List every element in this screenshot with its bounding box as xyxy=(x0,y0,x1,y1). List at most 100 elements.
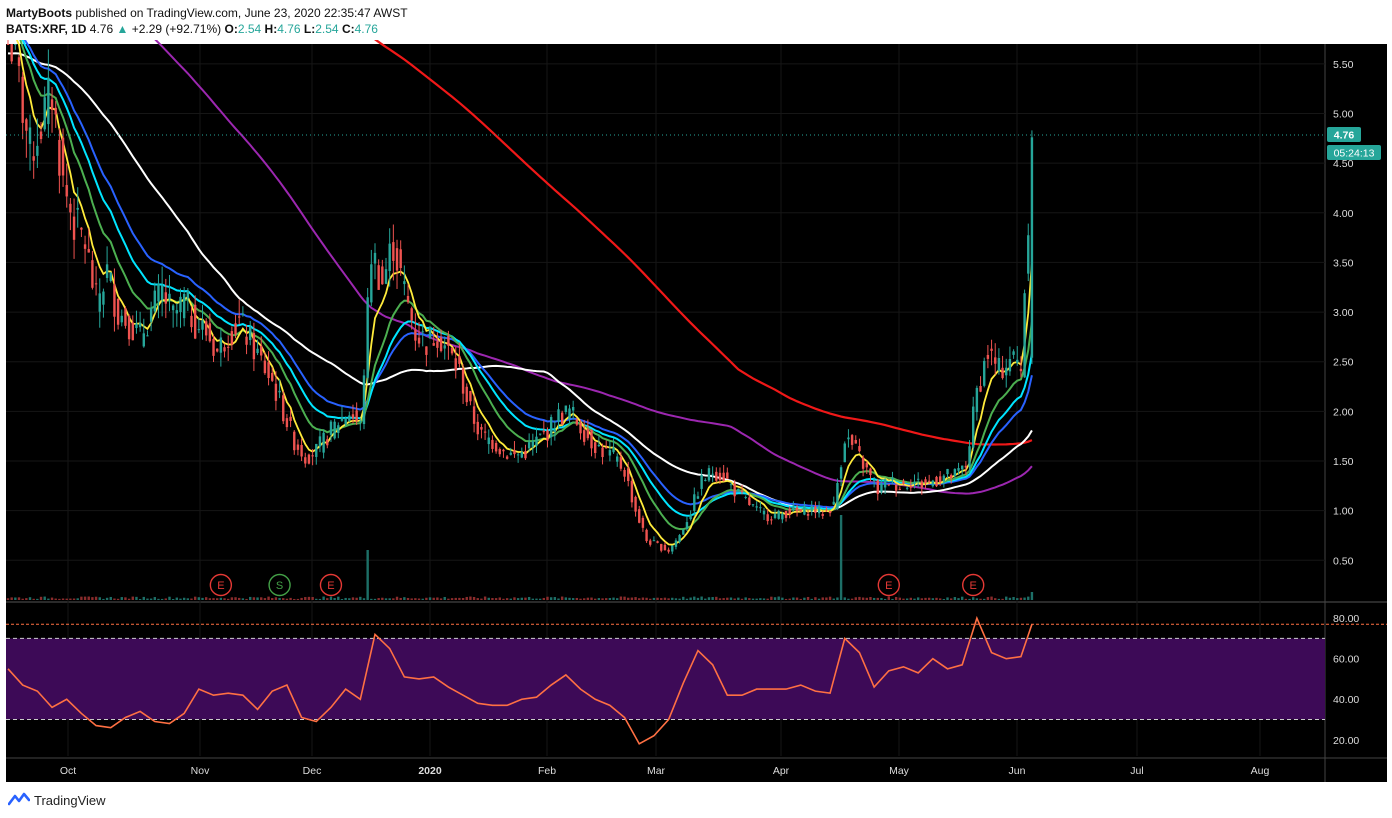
volume-bar xyxy=(821,597,824,600)
candle-body xyxy=(171,305,175,311)
volume-bar xyxy=(436,597,439,600)
volume-bar xyxy=(249,596,252,600)
candle-body xyxy=(744,496,747,498)
candle-body xyxy=(696,496,700,499)
candle-body xyxy=(1016,359,1019,363)
candle-body xyxy=(788,508,791,515)
volume-bar xyxy=(858,596,861,600)
price-tick-label: 1.50 xyxy=(1333,456,1354,468)
candle-body xyxy=(538,433,542,435)
volume-bar xyxy=(212,598,215,600)
author-name[interactable]: MartyBoots xyxy=(6,6,72,20)
candle-body xyxy=(355,410,358,421)
volume-bar xyxy=(1030,592,1034,600)
volume-bar xyxy=(832,598,835,600)
volume-bar xyxy=(946,597,949,600)
candle-body xyxy=(230,331,234,345)
volume-bar xyxy=(417,598,421,600)
volume-bar xyxy=(520,597,523,600)
candle-body xyxy=(652,540,656,542)
volume-bar xyxy=(707,597,711,600)
volume-bar xyxy=(142,596,145,600)
candle-body xyxy=(392,242,395,261)
time-tick-label: 2020 xyxy=(418,765,442,777)
volume-bar xyxy=(69,598,72,600)
volume-bar xyxy=(208,598,212,600)
volume-bar xyxy=(597,598,601,600)
volume-bar xyxy=(179,598,182,600)
candle-body xyxy=(1001,367,1004,379)
candle-body xyxy=(843,443,846,463)
volume-bar xyxy=(645,597,648,600)
countdown-tag-text: 05:24:13 xyxy=(1334,148,1375,160)
symbol-label[interactable]: BATS:XRF, 1D xyxy=(6,22,86,36)
candle-body xyxy=(715,471,718,481)
volume-bar xyxy=(601,598,604,600)
volume-bar xyxy=(751,598,755,600)
candle-body xyxy=(751,504,755,506)
volume-bar xyxy=(223,598,226,600)
volume-bar xyxy=(58,598,61,600)
candle-body xyxy=(263,360,267,374)
time-tick-label: Jul xyxy=(1130,765,1143,777)
volume-bar xyxy=(399,597,402,600)
volume-bar xyxy=(850,598,854,600)
volume-bar xyxy=(373,598,377,600)
volume-bar xyxy=(472,596,476,600)
candle-body xyxy=(186,291,190,299)
volume-bar xyxy=(553,597,557,600)
candle-body xyxy=(72,216,76,240)
volume-bar xyxy=(135,596,138,600)
candle-body xyxy=(634,496,637,512)
tradingview-brand[interactable]: TradingView xyxy=(34,793,106,808)
volume-bar xyxy=(931,598,935,600)
candle-body xyxy=(300,445,303,457)
volume-bar xyxy=(116,598,120,600)
volume-bar xyxy=(883,598,887,600)
volume-bar xyxy=(920,598,924,600)
volume-bar xyxy=(861,597,865,600)
candle-body xyxy=(850,435,854,445)
volume-bar xyxy=(527,596,531,600)
candle-body xyxy=(491,439,494,449)
volume-bar xyxy=(935,597,938,600)
time-tick-label: Feb xyxy=(538,765,556,777)
volume-bar xyxy=(10,597,13,600)
volume-bar xyxy=(227,598,230,600)
volume-bar xyxy=(847,598,850,600)
volume-bar xyxy=(869,597,872,600)
volume-bar xyxy=(678,598,681,600)
candle-body xyxy=(384,269,388,284)
candle-body xyxy=(256,348,259,354)
candle-body xyxy=(208,323,212,342)
candle-body xyxy=(898,488,902,490)
candle-body xyxy=(935,476,938,487)
volume-bar xyxy=(83,596,87,600)
volume-bar xyxy=(190,598,193,600)
candle-body xyxy=(693,494,696,511)
candle-body xyxy=(913,481,916,484)
candle-body xyxy=(120,315,123,323)
volume-bar xyxy=(594,598,597,600)
volume-bar xyxy=(949,598,953,600)
volume-bar xyxy=(689,597,692,600)
price-chart[interactable]: 80.0060.0040.0020.00 ESEEE 5.505.004.504… xyxy=(0,40,1392,782)
volume-bar xyxy=(571,598,575,600)
candle-body xyxy=(47,77,50,125)
volume-bar xyxy=(491,598,494,600)
candle-body xyxy=(395,248,399,271)
candle-body xyxy=(836,483,839,510)
volume-bar xyxy=(630,597,634,600)
tradingview-logo-icon[interactable] xyxy=(7,791,31,810)
volume-bar xyxy=(480,598,483,600)
volume-bar xyxy=(318,598,322,600)
candle-body xyxy=(579,422,582,434)
volume-bar xyxy=(282,598,285,600)
candle-body xyxy=(909,485,913,488)
candle-body xyxy=(443,345,446,349)
candle-body xyxy=(447,335,450,346)
volume-bar xyxy=(483,596,487,600)
volume-bar xyxy=(619,596,623,600)
volume-bar xyxy=(660,598,663,600)
candle-body xyxy=(109,272,112,281)
